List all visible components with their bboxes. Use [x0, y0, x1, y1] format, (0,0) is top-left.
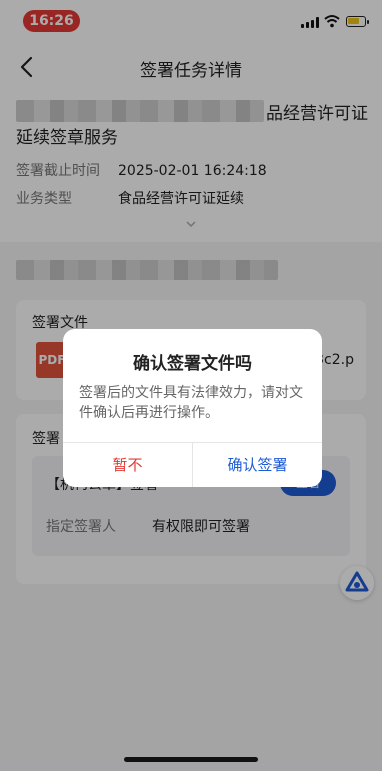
dialog-title: 确认签署文件吗 [133, 354, 252, 374]
dialog-message: 签署后的文件具有法律效力，请对文件确认后再进行操作。 [79, 385, 303, 421]
confirm-sign-button[interactable]: 确认签署 [193, 443, 322, 487]
dialog-actions: 暂不 确认签署 [63, 442, 322, 487]
home-indicator[interactable] [124, 757, 258, 762]
cancel-button[interactable]: 暂不 [63, 443, 193, 487]
confirm-dialog: 确认签署文件吗 签署后的文件具有法律效力，请对文件确认后再进行操作。 暂不 确认… [63, 329, 322, 487]
